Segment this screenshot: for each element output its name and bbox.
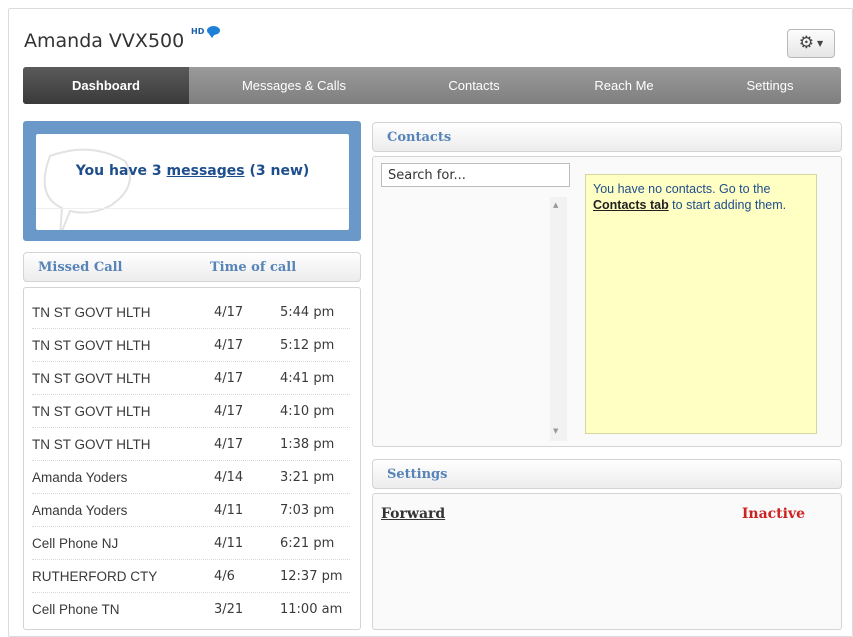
- missed-call-row[interactable]: TN ST GOVT HLTH 4/17 4:10 pm: [32, 395, 350, 428]
- contacts-tab-link[interactable]: Contacts tab: [593, 198, 669, 212]
- missed-call-row[interactable]: RUTHERFORD CTY 4/6 12:37 pm: [32, 560, 350, 593]
- missed-call-row[interactable]: TN ST GOVT HLTH 4/17 1:38 pm: [32, 428, 350, 461]
- chat-bubble-icon: [207, 26, 220, 38]
- call-time: 11:00 am: [280, 602, 343, 617]
- page-title: Amanda VVX500: [24, 30, 185, 52]
- caller-name: TN ST GOVT HLTH: [32, 403, 151, 419]
- caller-name: TN ST GOVT HLTH: [32, 337, 151, 353]
- tab-dashboard[interactable]: Dashboard: [23, 67, 189, 104]
- call-time: 4:41 pm: [280, 370, 335, 386]
- call-time: 1:38 pm: [280, 436, 335, 452]
- call-time: 4:10 pm: [280, 403, 335, 419]
- settings-panel: Forward Inactive: [372, 493, 842, 630]
- missed-call-row[interactable]: TN ST GOVT HLTH 4/17 4:41 pm: [32, 362, 350, 395]
- contacts-panel: ▲ ▼ You have no contacts. Go to the Cont…: [372, 156, 842, 447]
- call-date: 4/11: [214, 502, 244, 518]
- speech-bubble-icon: [43, 148, 131, 230]
- hd-badge: HD: [191, 27, 205, 36]
- call-time: 7:03 pm: [280, 502, 335, 518]
- tab-messages-calls[interactable]: Messages & Calls: [189, 67, 399, 104]
- contacts-title: Contacts: [387, 130, 452, 145]
- call-date: 4/17: [214, 337, 244, 353]
- caret-down-icon: ▼: [817, 39, 824, 48]
- call-time: 6:21 pm: [280, 535, 335, 551]
- missed-call-row[interactable]: Amanda Yoders 4/14 3:21 pm: [32, 461, 350, 494]
- missed-call-row[interactable]: Amanda Yoders 4/11 7:03 pm: [32, 494, 350, 527]
- call-time: 12:37 pm: [280, 568, 343, 584]
- scroll-up-arrow-icon[interactable]: ▲: [553, 201, 558, 209]
- missed-call-row[interactable]: Cell Phone NJ 4/11 6:21 pm: [32, 527, 350, 560]
- main-nav: Dashboard Messages & Calls Contacts Reac…: [23, 67, 841, 104]
- call-date: 4/14: [214, 469, 244, 485]
- tab-settings[interactable]: Settings: [699, 67, 841, 104]
- settings-menu-button[interactable]: ⚙ ▼: [787, 29, 835, 58]
- caller-name: TN ST GOVT HLTH: [32, 370, 151, 386]
- contacts-panel-header: Contacts: [372, 122, 842, 152]
- divider: [36, 208, 349, 209]
- scroll-down-arrow-icon[interactable]: ▼: [553, 427, 558, 435]
- call-time: 5:12 pm: [280, 337, 335, 353]
- messages-prefix: You have 3: [75, 163, 167, 179]
- missed-call-row[interactable]: TN ST GOVT HLTH 4/17 5:44 pm: [32, 296, 350, 329]
- missed-call-row[interactable]: TN ST GOVT HLTH 4/17 5:12 pm: [32, 329, 350, 362]
- forward-link[interactable]: Forward: [381, 506, 445, 522]
- call-date: 3/21: [214, 602, 244, 617]
- call-time: 3:21 pm: [280, 469, 335, 485]
- call-time: 5:44 pm: [280, 304, 335, 320]
- call-date: 4/17: [214, 304, 244, 320]
- caller-name: TN ST GOVT HLTH: [32, 304, 151, 320]
- messages-summary-inner: You have 3 messages (3 new): [36, 134, 349, 230]
- settings-panel-header: Settings: [372, 459, 842, 489]
- messages-summary-box: You have 3 messages (3 new): [23, 121, 361, 241]
- call-date: 4/17: [214, 403, 244, 419]
- caller-name: TN ST GOVT HLTH: [32, 436, 151, 452]
- gear-icon: ⚙: [798, 33, 815, 53]
- tab-reach-me[interactable]: Reach Me: [549, 67, 699, 104]
- caller-name: Cell Phone TN: [32, 602, 120, 617]
- missed-call-row[interactable]: Cell Phone TN 3/21 11:00 am: [32, 593, 350, 626]
- caller-name: Amanda Yoders: [32, 502, 128, 518]
- call-date: 4/17: [214, 436, 244, 452]
- settings-title: Settings: [387, 467, 448, 482]
- forward-status: Inactive: [741, 506, 805, 522]
- missed-calls-list: TN ST GOVT HLTH 4/17 5:44 pm TN ST GOVT …: [23, 287, 361, 630]
- time-of-call-column-header: Time of call: [210, 260, 297, 275]
- contacts-scrollbar[interactable]: [550, 197, 567, 441]
- call-date: 4/17: [214, 370, 244, 386]
- caller-name: Amanda Yoders: [32, 469, 128, 485]
- note-suffix: to start adding them.: [668, 198, 787, 212]
- messages-suffix: (3 new): [244, 163, 310, 179]
- no-contacts-note: You have no contacts. Go to the Contacts…: [585, 174, 817, 434]
- messages-link[interactable]: messages: [167, 163, 245, 179]
- contacts-search-input[interactable]: [381, 163, 570, 187]
- caller-name: Cell Phone NJ: [32, 535, 119, 551]
- messages-summary-text: You have 3 messages (3 new): [36, 163, 349, 179]
- note-prefix: You have no contacts. Go to the: [593, 182, 771, 196]
- call-date: 4/6: [214, 568, 235, 584]
- missed-calls-header: Missed Call Time of call: [23, 252, 361, 282]
- call-date: 4/11: [214, 535, 244, 551]
- tab-contacts[interactable]: Contacts: [399, 67, 549, 104]
- missed-call-column-header: Missed Call: [38, 260, 123, 275]
- caller-name: RUTHERFORD CTY: [32, 568, 158, 584]
